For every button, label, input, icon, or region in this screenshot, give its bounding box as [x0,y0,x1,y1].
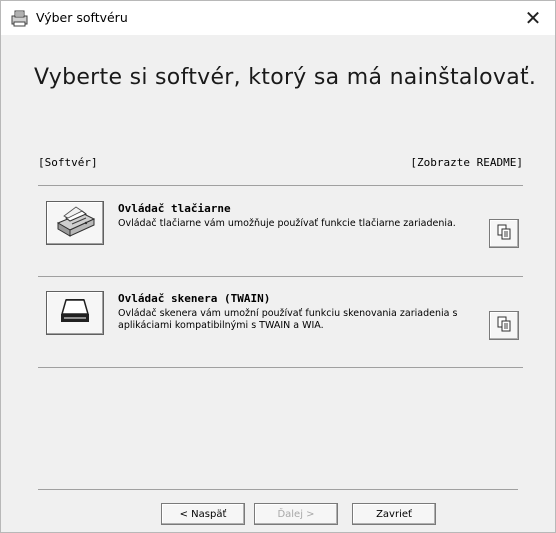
installer-icon [10,10,30,27]
scanner-icon [58,296,92,330]
scanner-driver-description: Ovládač skenera vám umožní používať funk… [118,308,458,331]
document-copy-icon [496,224,512,244]
close-icon: ✕ [524,6,542,30]
page-heading: Vyberte si softvér, ktorý sa má nainštal… [34,65,537,90]
printer-icon [52,203,98,243]
readme-section-label: [Zobrazte README] [410,156,523,169]
close-button[interactable]: Zavrieť [352,503,436,525]
footer-divider [38,489,518,490]
title-bar: Výber softvéru ✕ [1,1,555,35]
document-copy-icon [496,316,512,336]
printer-driver-title: Ovládač tlačiarne [118,202,231,215]
printer-readme-button[interactable] [489,219,519,248]
divider [38,276,523,277]
scanner-driver-button[interactable] [46,291,104,335]
next-button: Ďalej > [254,503,338,525]
printer-driver-description: Ovládač tlačiarne vám umožňuje používať … [118,218,456,229]
divider [38,367,523,368]
printer-driver-button[interactable] [46,201,104,245]
window-title: Výber softvéru [36,10,128,25]
divider [38,185,523,186]
installer-window: Výber softvéru ✕ Vyberte si softvér, kto… [0,0,556,533]
close-window-button[interactable]: ✕ [511,1,555,35]
software-section-label: [Softvér] [38,156,98,169]
back-button[interactable]: < Naspäť [161,503,245,525]
scanner-driver-title: Ovládač skenera (TWAIN) [118,292,271,305]
scanner-readme-button[interactable] [489,311,519,340]
